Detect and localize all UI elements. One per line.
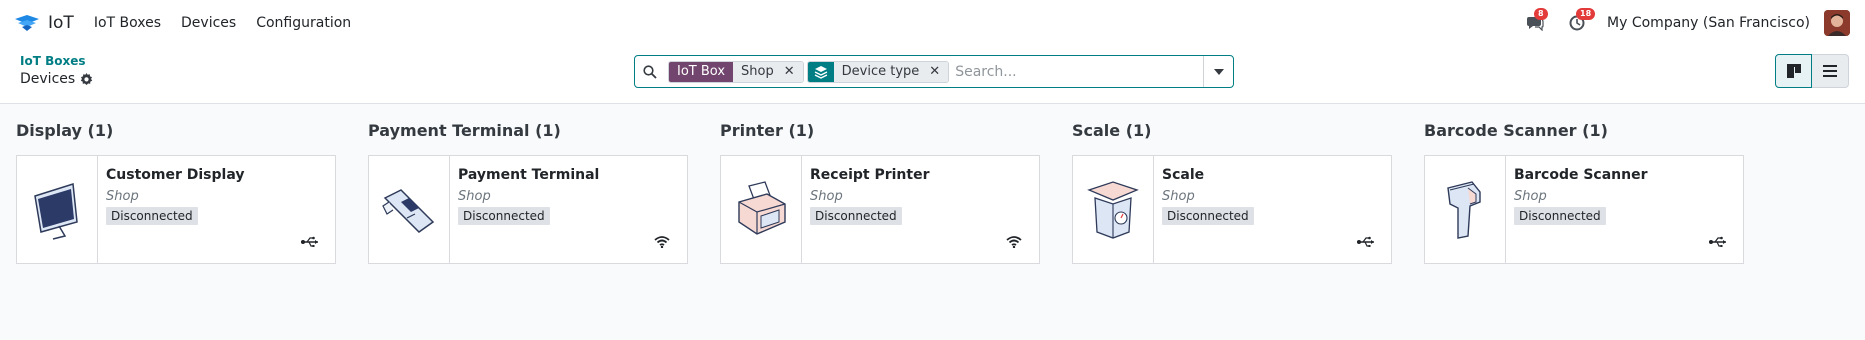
breadcrumb-iot-boxes[interactable]: IoT Boxes <box>20 54 85 68</box>
column-title: Scale (1) <box>1072 121 1152 140</box>
column-title: Barcode Scanner (1) <box>1424 121 1608 140</box>
device-card[interactable]: Scale Shop Disconnected <box>1072 155 1392 264</box>
control-panel: IoT Boxes Devices IoT Box Shop ✕ Device … <box>0 46 1865 104</box>
facet-value: Device type <box>833 61 928 82</box>
status-badge: Disconnected <box>1162 207 1254 225</box>
breadcrumb: Devices <box>20 71 93 87</box>
view-switcher <box>1775 54 1849 88</box>
payment-terminal-icon <box>369 156 450 263</box>
close-icon[interactable]: ✕ <box>927 61 949 82</box>
status-badge: Disconnected <box>458 207 550 225</box>
messages-count-badge: 8 <box>1534 8 1548 20</box>
list-view-button[interactable] <box>1812 54 1849 88</box>
device-card[interactable]: Customer Display Shop Disconnected <box>16 155 336 264</box>
wifi-icon <box>1005 235 1023 249</box>
barcode-scanner-icon <box>1425 156 1506 263</box>
facet-value: Shop <box>733 61 782 82</box>
iot-app-icon <box>13 12 41 34</box>
messages-button[interactable]: 8 <box>1523 8 1548 35</box>
device-card[interactable]: Receipt Printer Shop Disconnected <box>720 155 1040 264</box>
layers-icon <box>807 61 834 82</box>
kanban-icon <box>1786 64 1801 78</box>
search-icon <box>635 64 665 79</box>
column-title: Display (1) <box>16 121 114 140</box>
status-badge: Disconnected <box>1514 207 1606 225</box>
top-navbar: IoT IoT Boxes Devices Configuration 8 18… <box>0 0 1865 46</box>
facet-label: IoT Box <box>669 61 734 82</box>
device-name: Scale <box>1162 167 1205 183</box>
caret-down-icon <box>1213 68 1224 75</box>
facet-iot-box[interactable]: IoT Box Shop ✕ <box>668 60 804 83</box>
usb-icon <box>1357 235 1375 249</box>
device-location: Shop <box>458 189 491 204</box>
usb-icon <box>301 235 319 249</box>
list-icon <box>1823 65 1837 77</box>
menu-configuration[interactable]: Configuration <box>256 15 351 31</box>
device-card[interactable]: Barcode Scanner Shop Disconnected <box>1424 155 1744 264</box>
search-input[interactable] <box>955 63 1206 80</box>
device-location: Shop <box>106 189 139 204</box>
device-card[interactable]: Payment Terminal Shop Disconnected <box>368 155 688 264</box>
gear-icon[interactable] <box>80 72 93 86</box>
search-bar: IoT Box Shop ✕ Device type ✕ <box>634 55 1234 88</box>
device-name: Payment Terminal <box>458 167 600 183</box>
activities-button[interactable]: 18 <box>1565 8 1596 35</box>
activities-count-badge: 18 <box>1576 8 1596 20</box>
status-badge: Disconnected <box>810 207 902 225</box>
kanban-view-button[interactable] <box>1775 54 1812 88</box>
menu-iot-boxes[interactable]: IoT Boxes <box>94 15 161 31</box>
usb-icon <box>1709 235 1727 249</box>
status-badge: Disconnected <box>106 207 198 225</box>
facet-device-type[interactable]: Device type ✕ <box>806 60 950 83</box>
wifi-icon <box>653 235 671 249</box>
kanban-board: Display (1) Customer Display Shop Discon… <box>0 105 1865 340</box>
printer-icon <box>721 156 802 263</box>
app-name: IoT <box>48 13 74 33</box>
column-title: Printer (1) <box>720 121 815 140</box>
menu-devices[interactable]: Devices <box>181 15 236 31</box>
monitor-icon <box>17 156 98 263</box>
app-brand[interactable]: IoT <box>13 12 74 34</box>
search-options-toggle[interactable] <box>1203 56 1233 87</box>
page-title: Devices <box>20 71 76 87</box>
user-avatar[interactable] <box>1824 10 1850 36</box>
device-name: Customer Display <box>106 167 245 183</box>
device-name: Barcode Scanner <box>1514 167 1648 183</box>
close-icon[interactable]: ✕ <box>781 61 803 82</box>
scale-icon <box>1073 156 1154 263</box>
device-location: Shop <box>1514 189 1547 204</box>
company-switcher[interactable]: My Company (San Francisco) <box>1607 15 1810 31</box>
device-name: Receipt Printer <box>810 167 930 183</box>
device-location: Shop <box>1162 189 1195 204</box>
device-location: Shop <box>810 189 843 204</box>
column-title: Payment Terminal (1) <box>368 121 561 140</box>
